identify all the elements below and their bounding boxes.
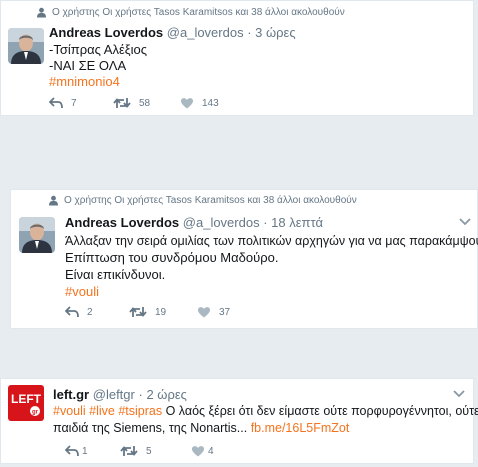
- tweet-actions: 7 58 143: [49, 97, 249, 111]
- author-name[interactable]: Andreas Loverdos: [65, 215, 179, 230]
- avatar-logo-sub: gr: [32, 410, 39, 416]
- retweet-icon: [120, 446, 138, 456]
- avatar-logo-text: LEFT: [11, 392, 42, 406]
- tweet-text: Ο λαός ξέρει ότι δεν είμαστε ούτε πορφυρ…: [162, 404, 478, 418]
- author-handle[interactable]: @a_loverdos: [167, 25, 244, 40]
- hashtag-link[interactable]: #tsipras: [118, 404, 162, 418]
- tweet-header: Andreas Loverdos @a_loverdos · 3 ώρες: [49, 25, 296, 40]
- separator-dot: ·: [263, 215, 268, 230]
- external-link[interactable]: fb.me/16L5FmZot: [251, 421, 350, 435]
- reply-count: 2: [87, 307, 93, 318]
- tweet-text: παιδιά της Siemens, της Nonartis...: [53, 421, 251, 435]
- tweet-card[interactable]: Ο χρήστης Οι χρήστες Tasos Karamitsos κα…: [0, 0, 474, 116]
- tweet-text-line: Επίπτωση του συνδρόμου Μαδούρο.: [65, 250, 279, 265]
- reply-count: 7: [71, 98, 77, 109]
- chevron-down-icon[interactable]: [459, 218, 471, 226]
- tweet-actions: 1 5 4: [65, 445, 265, 459]
- reply-icon: [49, 97, 63, 109]
- retweet-count: 58: [139, 98, 151, 109]
- tweet-text-line: -Τσίπρας Αλέξιος: [49, 42, 147, 57]
- separator-dot: ·: [138, 387, 143, 402]
- hashtag-link[interactable]: #mnimonio4: [49, 74, 120, 90]
- separator-dot: ·: [247, 25, 252, 40]
- person-icon: [37, 7, 46, 18]
- author-name[interactable]: Andreas Loverdos: [49, 25, 163, 40]
- tweet-text-line: -ΝΑΙ ΣΕ ΟΛΑ: [49, 58, 127, 73]
- tweet-text-line: παιδιά της Siemens, της Nonartis... fb.m…: [53, 420, 349, 436]
- author-name[interactable]: left.gr: [53, 387, 89, 402]
- reply-count: 1: [82, 446, 88, 457]
- tweet-card[interactable]: Ο χρήστης Οι χρήστες Tasos Karamitsos κα…: [10, 189, 478, 329]
- retweet-count: 5: [146, 446, 152, 457]
- tweet-timestamp[interactable]: 2 ώρες: [146, 387, 186, 402]
- reply-icon: [65, 445, 79, 457]
- like-count: 37: [219, 307, 231, 318]
- hashtag-link[interactable]: #vouli: [53, 404, 86, 418]
- heart-icon: [191, 446, 205, 457]
- person-icon: [49, 195, 58, 206]
- retweet-icon: [113, 98, 131, 108]
- tweet-header: left.gr @leftgr · 2 ώρες: [53, 387, 187, 402]
- avatar[interactable]: LEFT gr: [8, 385, 44, 421]
- social-context-text[interactable]: Ο χρήστης Οι χρήστες Tasos Karamitsos κα…: [52, 7, 345, 18]
- heart-icon: [180, 98, 194, 109]
- tweet-text-line: Άλλαξαν την σειρά ομιλίας των πολιτικών …: [65, 234, 478, 248]
- chevron-down-icon[interactable]: [453, 390, 465, 398]
- heart-icon: [197, 307, 211, 318]
- tweet-text-line: #vouli #live #tsipras Ο λαός ξέρει ότι δ…: [53, 403, 478, 419]
- like-count: 4: [208, 446, 214, 457]
- retweet-icon: [129, 307, 147, 317]
- tweet-text-line: Είναι επικίνδυνοι.: [65, 267, 166, 282]
- social-context-text[interactable]: Ο χρήστης Οι χρήστες Tasos Karamitsos κα…: [64, 195, 357, 206]
- tweet-timestamp[interactable]: 18 λεπτά: [271, 215, 323, 230]
- avatar[interactable]: [19, 217, 55, 253]
- author-handle[interactable]: @a_loverdos: [183, 215, 260, 230]
- tweet-actions: 2 19 37: [65, 306, 265, 320]
- hashtag-link[interactable]: #vouli: [65, 284, 99, 300]
- retweet-count: 19: [155, 307, 167, 318]
- tweet-timestamp[interactable]: 3 ώρες: [255, 25, 295, 40]
- tweet-card[interactable]: LEFT gr left.gr @leftgr · 2 ώρες #vouli …: [0, 378, 478, 464]
- avatar[interactable]: [8, 28, 44, 64]
- author-handle[interactable]: @leftgr: [93, 387, 135, 402]
- tweet-header: Andreas Loverdos @a_loverdos · 18 λεπτά: [65, 215, 323, 230]
- reply-icon: [65, 306, 79, 318]
- like-count: 143: [202, 98, 219, 109]
- hashtag-link[interactable]: #live: [89, 404, 115, 418]
